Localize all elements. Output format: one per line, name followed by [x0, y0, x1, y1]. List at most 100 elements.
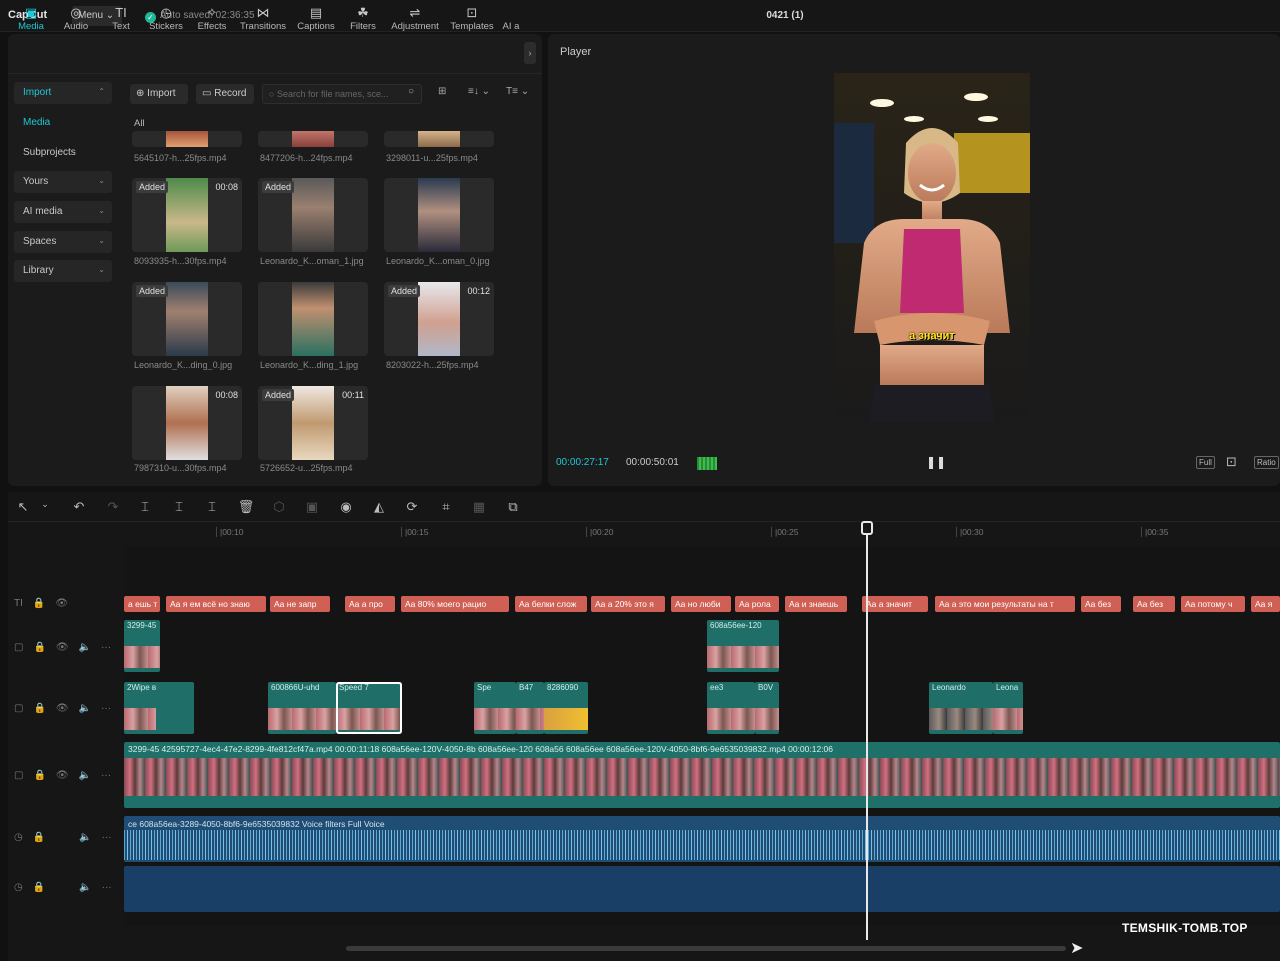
text-clip[interactable]: Aa и знаешь [785, 596, 847, 612]
grid-view-icon[interactable]: ⊞ [438, 86, 446, 97]
crop-icon[interactable]: ⌗ [437, 499, 455, 515]
video-preview[interactable] [834, 73, 1030, 422]
video-clip[interactable]: B47 [516, 682, 544, 734]
lock-icon[interactable]: 🔒 [33, 598, 45, 609]
video-clip[interactable]: 600866U-uhd [268, 682, 336, 734]
lock-icon[interactable]: 🔒 [33, 642, 45, 653]
undo-icon[interactable]: ↶ [70, 499, 88, 515]
text-clip[interactable]: Aa 80% моего рацио [401, 596, 509, 612]
import-button[interactable]: ⊕ Import [130, 84, 188, 104]
eye-icon[interactable]: 👁 [56, 770, 69, 781]
video-clip[interactable]: ee3 [707, 682, 755, 734]
tab-ai[interactable]: AI a [502, 5, 520, 37]
text-clip[interactable]: Aa потому ч [1181, 596, 1245, 612]
chevron-down-icon[interactable]: ⌄ [36, 499, 54, 510]
lock-icon[interactable]: 🔒 [33, 832, 45, 843]
lock-icon[interactable]: 🔒 [33, 882, 45, 893]
video-clip[interactable]: 8286090 [544, 682, 588, 734]
sidebar-item-media[interactable]: Media [14, 112, 112, 134]
timeline-scrollbar[interactable] [346, 946, 1066, 951]
select-cursor-icon[interactable]: ↖ [14, 499, 32, 515]
text-clip[interactable]: Aa рола [735, 596, 779, 612]
text-clip[interactable]: а ешь т [124, 596, 160, 612]
sidebar-item-import[interactable]: Import ⌃ [14, 82, 112, 104]
speaker-icon[interactable]: 🔈 [79, 882, 91, 893]
text-clip[interactable]: Aa без [1081, 596, 1121, 612]
video-clip[interactable]: 608a56ee-120 [707, 620, 779, 672]
image-icon[interactable]: ▦ [470, 499, 488, 515]
speed-icon[interactable]: ◉ [337, 499, 355, 515]
split-left-icon[interactable]: ⌶ [170, 499, 188, 515]
video-clip[interactable]: B0V [755, 682, 779, 734]
speaker-icon[interactable]: 🔈 [79, 703, 91, 714]
speaker-icon[interactable]: 🔈 [79, 642, 91, 653]
media-item[interactable]: Added [258, 178, 368, 252]
tab-adjustment[interactable]: ⇌ Adjustment [388, 5, 442, 37]
sidebar-item-library[interactable]: Library ⌄ [14, 260, 112, 282]
sidebar-item-ai-media[interactable]: AI media ⌄ [14, 201, 112, 223]
more-icon[interactable]: ··· [101, 770, 111, 781]
sidebar-item-subprojects[interactable]: Subprojects [14, 142, 112, 164]
text-clip[interactable]: Aa без [1133, 596, 1175, 612]
lock-icon[interactable]: 🔒 [33, 770, 45, 781]
lock-icon[interactable]: 🔒 [33, 703, 45, 714]
text-clip[interactable]: Aa но люби [671, 596, 731, 612]
media-item[interactable]: Added [132, 282, 242, 356]
tab-captions[interactable]: ▤ Captions [294, 5, 338, 37]
mirror-icon[interactable]: ◭ [370, 499, 388, 515]
text-clip[interactable]: Aa не запр [270, 596, 330, 612]
tab-effects[interactable]: ✧ Effects [194, 5, 230, 37]
record-button[interactable]: ▭ Record [196, 84, 254, 104]
text-clip[interactable]: Aa а значит [862, 596, 928, 612]
tab-text[interactable]: TI Text [106, 5, 136, 37]
media-item[interactable] [132, 131, 242, 147]
media-item[interactable] [384, 178, 494, 252]
video-clip[interactable]: Leonardo [929, 682, 993, 734]
resize-icon[interactable]: ⧉ [504, 499, 522, 515]
refresh-icon[interactable]: ○ [408, 86, 414, 97]
ratio-button[interactable]: Ratio [1254, 456, 1279, 469]
media-item[interactable]: Added 00:11 [258, 386, 368, 460]
speaker-icon[interactable]: 🔈 [79, 832, 91, 843]
speaker-icon[interactable]: 🔈 [79, 770, 91, 781]
delete-icon[interactable]: 🗑 [237, 499, 255, 515]
media-item[interactable] [384, 131, 494, 147]
freeze-icon[interactable]: ▣ [303, 499, 321, 515]
eye-icon[interactable]: 👁 [55, 598, 68, 609]
media-item[interactable] [258, 131, 368, 147]
tab-filters[interactable]: ☘ Filters [346, 5, 380, 37]
tab-media[interactable]: ▣ Media [16, 5, 46, 37]
tab-templates[interactable]: ⊡ Templates [448, 5, 496, 37]
eye-icon[interactable]: 👁 [56, 703, 69, 714]
more-icon[interactable]: ··· [102, 832, 112, 843]
media-item[interactable]: Added 00:08 [132, 178, 242, 252]
playhead[interactable] [866, 524, 868, 940]
more-icon[interactable]: ··· [101, 703, 111, 714]
full-screen-button[interactable]: Full [1196, 456, 1215, 469]
sort-icon[interactable]: ≡↓ ⌄ [468, 86, 490, 97]
mask-icon[interactable]: ⬡ [270, 499, 288, 515]
media-search-input[interactable]: ○ Search for file names, sce... [262, 84, 422, 104]
text-clip[interactable]: Aa белки слож [515, 596, 587, 612]
snapshot-icon[interactable]: ⊡ [1226, 454, 1237, 470]
video-clip[interactable]: 2Wipe в [124, 682, 194, 734]
split-right-icon[interactable]: ⌶ [203, 499, 221, 515]
text-clip[interactable]: Aa а это мои результаты на т [935, 596, 1075, 612]
rotate-icon[interactable]: ⟳ [403, 499, 421, 515]
video-clip[interactable]: Spe [474, 682, 516, 734]
playhead-handle[interactable] [861, 521, 873, 535]
media-item[interactable] [258, 282, 368, 356]
text-clip[interactable]: Aa я ем всё но знаю [166, 596, 266, 612]
redo-icon[interactable]: ↷ [104, 499, 122, 515]
eye-icon[interactable]: 👁 [56, 642, 69, 653]
video-clip[interactable]: Leona [993, 682, 1023, 734]
tab-stickers[interactable]: ◷ Stickers [146, 5, 186, 37]
text-clip[interactable]: Aa я [1251, 596, 1280, 612]
audio-clip[interactable] [124, 866, 1280, 912]
chevron-right-icon[interactable]: › [524, 42, 536, 64]
sidebar-item-spaces[interactable]: Spaces ⌄ [14, 231, 112, 253]
timeline-ruler[interactable] [124, 524, 1280, 542]
text-clip[interactable]: Aa а 20% это я [591, 596, 665, 612]
filter-icon[interactable]: T≡ ⌄ [506, 86, 529, 97]
media-item[interactable]: 00:08 [132, 386, 242, 460]
